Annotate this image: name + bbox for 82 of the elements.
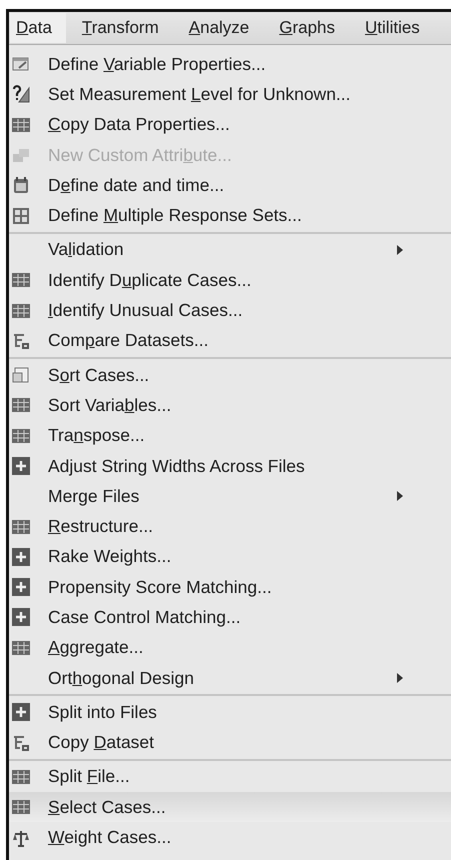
ruler-icon: [12, 85, 30, 104]
document-icon: [12, 366, 30, 384]
menu-item-label: Define date and time...: [48, 174, 226, 196]
menu-item-label: Set Measurement Level for Unknown...: [48, 84, 352, 105]
menu-title[interactable]: Graphs: [279, 13, 336, 43]
menu-item[interactable]: Set Measurement Level for Unknown...: [9, 79, 451, 110]
menu-item[interactable]: Orthogonal Design: [9, 662, 451, 694]
window-icon: [12, 56, 30, 72]
menu-item-label: Identify Duplicate Cases...: [48, 270, 252, 291]
menu-item[interactable]: Copy Data Properties...: [9, 110, 451, 140]
menu-item-label: Compare Datasets...: [48, 330, 210, 352]
menu-item[interactable]: Restructure...: [9, 511, 451, 542]
menu-item[interactable]: Split into Files: [9, 697, 451, 728]
menu-item[interactable]: Case Control Matching...: [9, 602, 451, 633]
table-icon: [12, 640, 30, 656]
menu-item-label: Rake Weights...: [48, 546, 172, 568]
menu-item[interactable]: Adjust String Widths Across Files: [9, 450, 451, 482]
menu-item-label: Sort Cases...: [48, 364, 150, 386]
submenu-arrow-icon: [397, 244, 403, 255]
table-icon: [12, 116, 30, 133]
menu-item[interactable]: Select Cases...: [9, 792, 451, 822]
menu-title[interactable]: Data: [10, 13, 66, 43]
menu-item[interactable]: Validation: [9, 234, 451, 266]
table-icon: [12, 799, 30, 816]
tree-icon: [12, 734, 30, 752]
menu-item[interactable]: Rake Weights...: [9, 542, 451, 572]
menu-item-label: Case Control Matching...: [48, 606, 242, 628]
menu-item[interactable]: Split File...: [9, 762, 451, 792]
grid-icon: [12, 206, 30, 225]
table-icon: [12, 428, 30, 444]
menu-item-label: New Custom Attribute...: [48, 144, 233, 166]
menu-item-label: Split File...: [48, 766, 131, 788]
scale-icon: [12, 828, 30, 847]
menu-item-label: Propensity Score Matching...: [48, 576, 273, 598]
menu-item[interactable]: Sort Variables...: [9, 390, 451, 421]
blocks-icon: [12, 147, 30, 164]
menu-item[interactable]: Merge Files: [9, 481, 451, 512]
menu-item[interactable]: Transpose...: [9, 420, 451, 451]
menu-title[interactable]: Transform: [82, 13, 159, 43]
table-icon: [12, 518, 30, 535]
menu-item-label: Merge Files: [48, 486, 140, 507]
menu-item[interactable]: Define Multiple Response Sets...: [9, 200, 451, 231]
calendar-icon: [12, 176, 30, 194]
menu-item-label: Define Multiple Response Sets...: [48, 205, 303, 226]
plus-icon: [12, 608, 30, 626]
menu-item-label: Copy Data Properties...: [48, 114, 231, 136]
table-icon: [12, 302, 30, 319]
menu-item-label: Validation: [48, 239, 125, 260]
menu-item-label: Define Variable Properties...: [48, 54, 267, 75]
submenu-arrow-icon: [397, 491, 403, 502]
menu-item[interactable]: Sort Cases...: [9, 360, 451, 390]
menu-item[interactable]: Compare Datasets...: [9, 326, 451, 356]
menu-item-label: Orthogonal Design: [48, 668, 195, 689]
menu-item-label: Restructure...: [48, 516, 154, 538]
menu-title[interactable]: Utilities: [365, 13, 420, 43]
menu-item[interactable]: Aggregate...: [9, 632, 451, 663]
menu-item[interactable]: Weight Cases...: [9, 822, 451, 853]
menu-item-label: Aggregate...: [48, 637, 144, 658]
submenu-arrow-icon: [397, 673, 403, 684]
tree-icon: [12, 332, 30, 350]
menu-item-label: Sort Variables...: [48, 394, 172, 416]
menu-item[interactable]: Define Variable Properties...: [9, 49, 451, 80]
menu-item-label: Transpose...: [48, 425, 146, 446]
plus-icon: [12, 457, 30, 475]
table-icon: [12, 397, 30, 414]
menu-item-label: Identify Unusual Cases...: [48, 300, 244, 322]
menu-item-label: Adjust String Widths Across Files: [48, 456, 306, 476]
table-icon: [12, 272, 30, 288]
table-icon: [12, 768, 30, 785]
menu-item-label: Split into Files: [48, 702, 158, 723]
menu-item[interactable]: Propensity Score Matching...: [9, 572, 451, 602]
menu-item-label: Copy Dataset: [48, 732, 156, 754]
plus-icon: [12, 548, 30, 566]
menu-item-label: Select Cases...: [48, 796, 167, 818]
menu-item[interactable]: Identify Duplicate Cases...: [9, 265, 451, 296]
menu-item[interactable]: Copy Dataset: [9, 728, 451, 758]
menu-title[interactable]: Analyze: [188, 13, 250, 43]
menu-item[interactable]: Define date and time...: [9, 170, 451, 200]
plus-icon: [12, 578, 30, 596]
menu-item[interactable]: Identify Unusual Cases...: [9, 295, 451, 326]
menu-item-label: Weight Cases...: [48, 827, 172, 848]
plus-icon: [12, 703, 30, 722]
